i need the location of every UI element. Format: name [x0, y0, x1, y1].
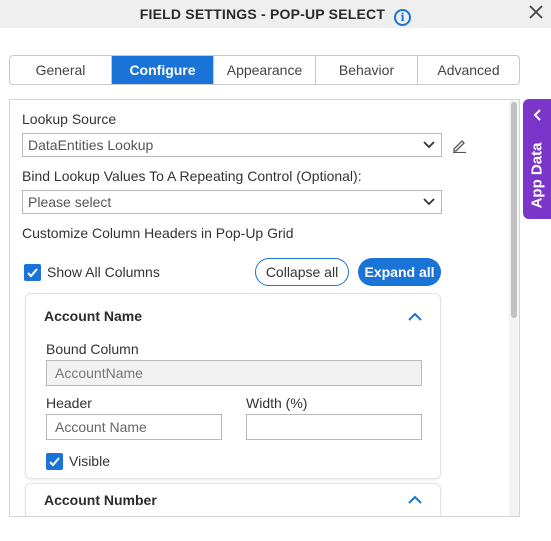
expand-all-button[interactable]: Expand all	[358, 258, 441, 286]
width-label: Width (%)	[246, 395, 308, 411]
app-data-side-tab[interactable]: App Data	[523, 99, 551, 219]
bound-column-field: AccountName	[46, 360, 422, 386]
tab-appearance[interactable]: Appearance	[214, 56, 316, 84]
configure-panel: Lookup Source DataEntities Lookup Bind L…	[9, 99, 520, 517]
visible-checkbox[interactable]	[46, 453, 63, 470]
column-card-title: Account Number	[44, 492, 157, 508]
settings-tabs: General Configure Appearance Behavior Ad…	[9, 55, 520, 85]
header-input-placeholder: Account Name	[55, 419, 147, 435]
dialog-title-text: FIELD SETTINGS - POP-UP SELECT	[139, 6, 386, 22]
chevron-left-icon	[533, 109, 541, 121]
checkmark-icon	[49, 457, 60, 467]
bind-repeating-control-select[interactable]: Please select	[22, 190, 442, 214]
edit-icon[interactable]	[451, 137, 467, 153]
scrollbar-thumb[interactable]	[511, 102, 517, 318]
header-input[interactable]: Account Name	[46, 414, 222, 440]
show-all-columns-label: Show All Columns	[47, 264, 160, 280]
bound-column-label: Bound Column	[46, 341, 139, 357]
visible-label: Visible	[69, 453, 110, 469]
column-card-account-number: Account Number	[25, 483, 441, 516]
show-all-columns-checkbox[interactable]	[24, 264, 41, 281]
dialog-title: FIELD SETTINGS - POP-UP SELECT i	[0, 6, 551, 26]
customize-headers-label: Customize Column Headers in Pop-Up Grid	[22, 225, 294, 241]
bind-select-placeholder: Please select	[28, 194, 112, 210]
lookup-source-select[interactable]: DataEntities Lookup	[22, 133, 442, 157]
bind-lookup-label: Bind Lookup Values To A Repeating Contro…	[22, 168, 362, 184]
collapse-all-button[interactable]: Collapse all	[255, 258, 349, 286]
chevron-up-icon[interactable]	[408, 495, 422, 505]
lookup-source-label: Lookup Source	[22, 111, 117, 127]
tab-behavior[interactable]: Behavior	[316, 56, 418, 84]
column-card-title: Account Name	[44, 308, 143, 324]
chevron-down-icon	[423, 141, 435, 149]
dialog-header: FIELD SETTINGS - POP-UP SELECT i	[0, 0, 551, 28]
tab-general[interactable]: General	[10, 56, 112, 84]
panel-scrollbar[interactable]	[509, 100, 519, 516]
close-icon[interactable]	[528, 4, 544, 20]
tab-configure[interactable]: Configure	[112, 56, 214, 84]
header-label: Header	[46, 395, 92, 411]
app-data-label: App Data	[528, 142, 546, 208]
chevron-up-icon[interactable]	[408, 312, 422, 322]
info-icon[interactable]: i	[394, 9, 412, 26]
column-card-account-name: Account Name Bound Column AccountName He…	[25, 293, 441, 479]
lookup-source-value: DataEntities Lookup	[28, 137, 154, 153]
width-input[interactable]	[246, 414, 422, 440]
checkmark-icon	[27, 268, 38, 278]
chevron-down-icon	[423, 198, 435, 206]
tab-advanced[interactable]: Advanced	[418, 56, 519, 84]
app-data-label-wrap: App Data	[525, 135, 549, 215]
bound-column-value: AccountName	[55, 365, 143, 381]
